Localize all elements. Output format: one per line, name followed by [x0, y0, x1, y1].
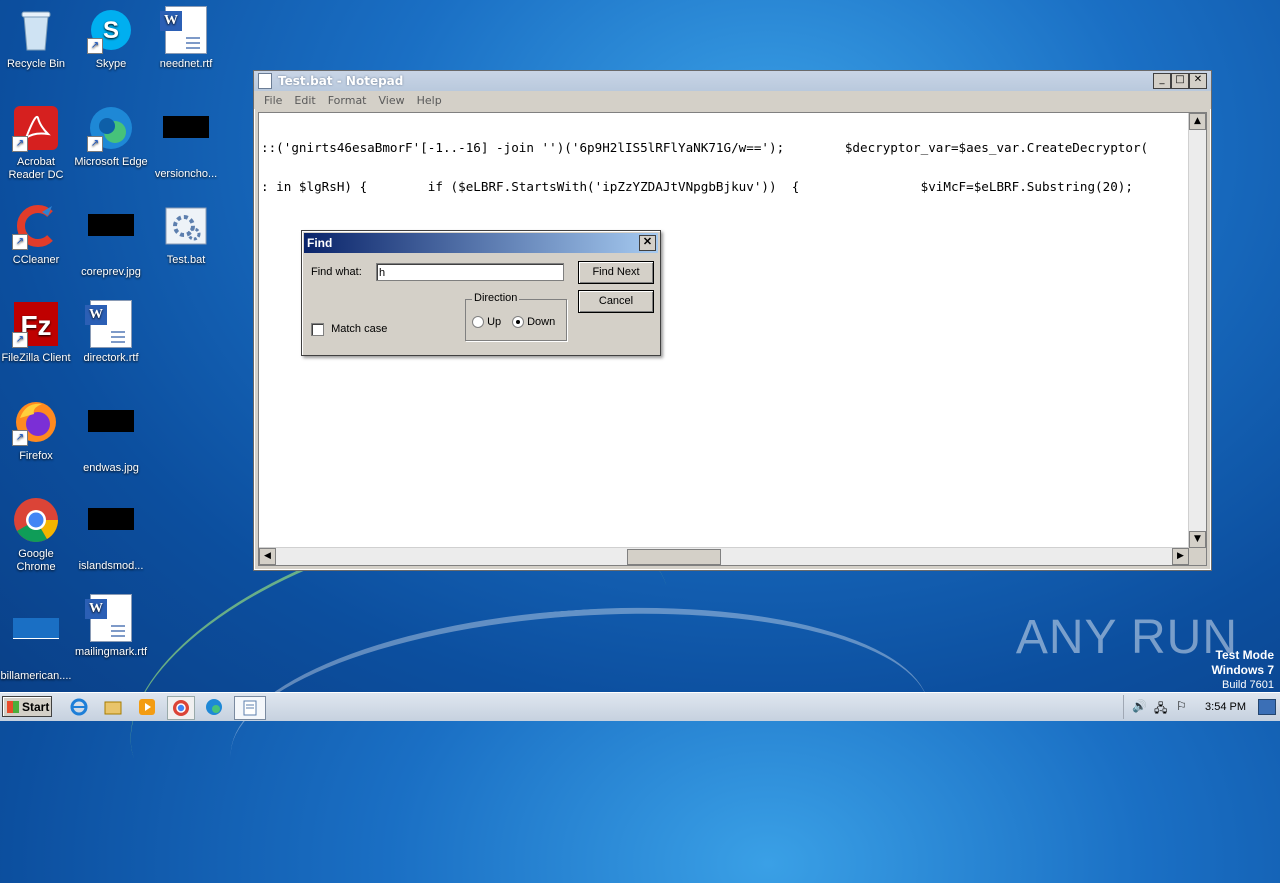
desktop-icon-ccleaner[interactable]: ↗ CCleaner: [0, 202, 74, 267]
code-line: : in $lgRsH) { if ($eLBRF.StartsWith('ip…: [261, 179, 1133, 194]
test-mode-line1: Test Mode: [1215, 648, 1274, 662]
desktop-icon-chrome[interactable]: Google Chrome: [0, 496, 74, 574]
taskbar-clock[interactable]: 3:54 PM: [1205, 701, 1246, 713]
find-dialog[interactable]: Find ✕ Find what: h Find Next Cancel Dir…: [301, 230, 661, 356]
network-icon[interactable]: 🖧: [1154, 699, 1167, 720]
desktop-icon-coreprev[interactable]: coreprev.jpg: [73, 202, 149, 279]
scroll-down-arrow[interactable]: ▼: [1189, 531, 1206, 548]
edge-icon: ↗: [87, 104, 135, 152]
desktop-icon-billamerican[interactable]: billamerican....: [0, 594, 74, 683]
desktop-icon-firefox[interactable]: ↗ Firefox: [0, 398, 74, 463]
recycle-bin-icon: [12, 6, 60, 54]
firefox-icon: ↗: [12, 398, 60, 446]
media-player-taskbar-icon[interactable]: [134, 696, 160, 718]
word-document-icon: W: [85, 594, 135, 642]
chrome-taskbar-icon[interactable]: [167, 696, 195, 720]
desktop-icon-skype[interactable]: S ↗ Skype: [73, 6, 149, 71]
desktop-icon-islandsmod[interactable]: islandsmod...: [73, 496, 149, 573]
direction-group: Direction Up Down: [465, 292, 567, 341]
word-document-icon: W: [85, 300, 135, 348]
notepad-taskbar-button[interactable]: [234, 696, 266, 720]
image-file-icon: [87, 508, 135, 556]
cancel-button[interactable]: Cancel: [578, 290, 654, 313]
desktop-icon-test-bat[interactable]: Test.bat: [148, 202, 224, 267]
explorer-taskbar-icon[interactable]: [100, 696, 126, 718]
start-button[interactable]: Start: [2, 696, 52, 717]
chrome-icon: [12, 496, 60, 544]
find-dialog-title: Find: [307, 236, 333, 250]
desktop-icon-neednet[interactable]: W neednet.rtf: [148, 6, 224, 71]
find-dialog-titlebar[interactable]: Find ✕: [304, 233, 658, 253]
menu-help[interactable]: Help: [411, 94, 448, 107]
vertical-scrollbar[interactable]: ▲ ▼: [1188, 113, 1206, 548]
file-icon: [12, 618, 60, 666]
find-what-input[interactable]: h: [376, 263, 564, 281]
filezilla-icon: Fz ↗: [12, 300, 60, 348]
batch-file-icon: [162, 202, 210, 250]
scroll-left-arrow[interactable]: ◀: [259, 548, 276, 565]
desktop-icon-versioncho[interactable]: versioncho...: [148, 104, 224, 181]
direction-up-radio[interactable]: Up: [472, 316, 502, 329]
menu-file[interactable]: File: [258, 94, 288, 107]
close-button[interactable]: ✕: [1189, 73, 1207, 89]
start-label: Start: [22, 700, 50, 714]
desktop-icon-recycle-bin[interactable]: Recycle Bin: [0, 6, 74, 71]
match-case-label: Match case: [331, 323, 388, 336]
edge-taskbar-icon[interactable]: [201, 696, 227, 718]
desktop-icon-endwas[interactable]: endwas.jpg: [73, 398, 149, 475]
system-tray: 🔊 🖧 ⚐ 3:54 PM: [1123, 695, 1280, 719]
desktop-icon-mailingmark[interactable]: W mailingmark.rtf: [73, 594, 149, 659]
find-next-button[interactable]: Find Next: [578, 261, 654, 284]
image-file-icon: [87, 410, 135, 458]
skype-icon: S ↗: [87, 6, 135, 54]
find-what-label: Find what:: [311, 266, 362, 278]
image-file-icon: [162, 116, 210, 164]
find-dialog-close-button[interactable]: ✕: [639, 235, 656, 251]
scroll-up-arrow[interactable]: ▲: [1189, 113, 1206, 130]
desktop-icon-acrobat[interactable]: ↗ Acrobat Reader DC: [0, 104, 74, 182]
checkbox-icon: [311, 323, 324, 336]
taskbar: Start 🔊 🖧 ⚐ 3:54 PM: [0, 692, 1280, 721]
direction-label: Direction: [472, 292, 520, 304]
scroll-right-arrow[interactable]: ▶: [1172, 548, 1189, 565]
notepad-titlebar[interactable]: Test.bat - Notepad _ □ ✕: [254, 71, 1211, 91]
anyrun-watermark: ANY RUN: [1015, 611, 1238, 664]
radio-selected-icon: [512, 316, 524, 329]
windows-flag-icon: [7, 701, 19, 713]
show-desktop-icon[interactable]: [1258, 699, 1276, 715]
horizontal-scroll-thumb[interactable]: [627, 549, 721, 565]
radio-icon: [472, 316, 484, 329]
notepad-title: Test.bat - Notepad: [278, 74, 404, 88]
desktop-icon-directork[interactable]: W directork.rtf: [73, 300, 149, 365]
action-center-flag-icon[interactable]: ⚐: [1176, 699, 1187, 713]
minimize-button[interactable]: _: [1153, 73, 1171, 89]
desktop-icon-filezilla[interactable]: Fz ↗ FileZilla Client: [0, 300, 74, 365]
menu-format[interactable]: Format: [322, 94, 373, 107]
image-file-icon: [87, 214, 135, 262]
notepad-icon: [258, 73, 272, 89]
svg-text:S: S: [103, 17, 119, 44]
scroll-corner: [1189, 548, 1206, 565]
horizontal-scrollbar[interactable]: ◀ ▶: [259, 547, 1189, 565]
test-mode-line3: Build 7601: [1222, 679, 1274, 691]
desktop-icon-edge[interactable]: ↗ Microsoft Edge: [73, 104, 149, 169]
speaker-icon[interactable]: 🔊: [1132, 699, 1147, 713]
direction-up-label: Up: [487, 316, 502, 328]
notepad-menubar: File Edit Format View Help: [254, 91, 1211, 109]
acrobat-icon: ↗: [12, 104, 60, 152]
test-mode-line2: Windows 7: [1211, 663, 1274, 677]
menu-view[interactable]: View: [373, 94, 411, 107]
menu-edit[interactable]: Edit: [288, 94, 321, 107]
test-mode-notice: Test Mode Windows 7 Build 7601: [1211, 648, 1274, 692]
direction-down-label: Down: [527, 316, 556, 328]
word-document-icon: W: [160, 6, 210, 54]
ccleaner-icon: ↗: [12, 202, 60, 250]
match-case-checkbox[interactable]: Match case: [311, 323, 387, 336]
ie-taskbar-icon[interactable]: [66, 696, 92, 718]
direction-down-radio[interactable]: Down: [512, 316, 556, 329]
code-line: ::('gnirts46esaBmorF'[-1..-16] -join '')…: [261, 140, 1149, 155]
maximize-button[interactable]: □: [1171, 73, 1189, 89]
